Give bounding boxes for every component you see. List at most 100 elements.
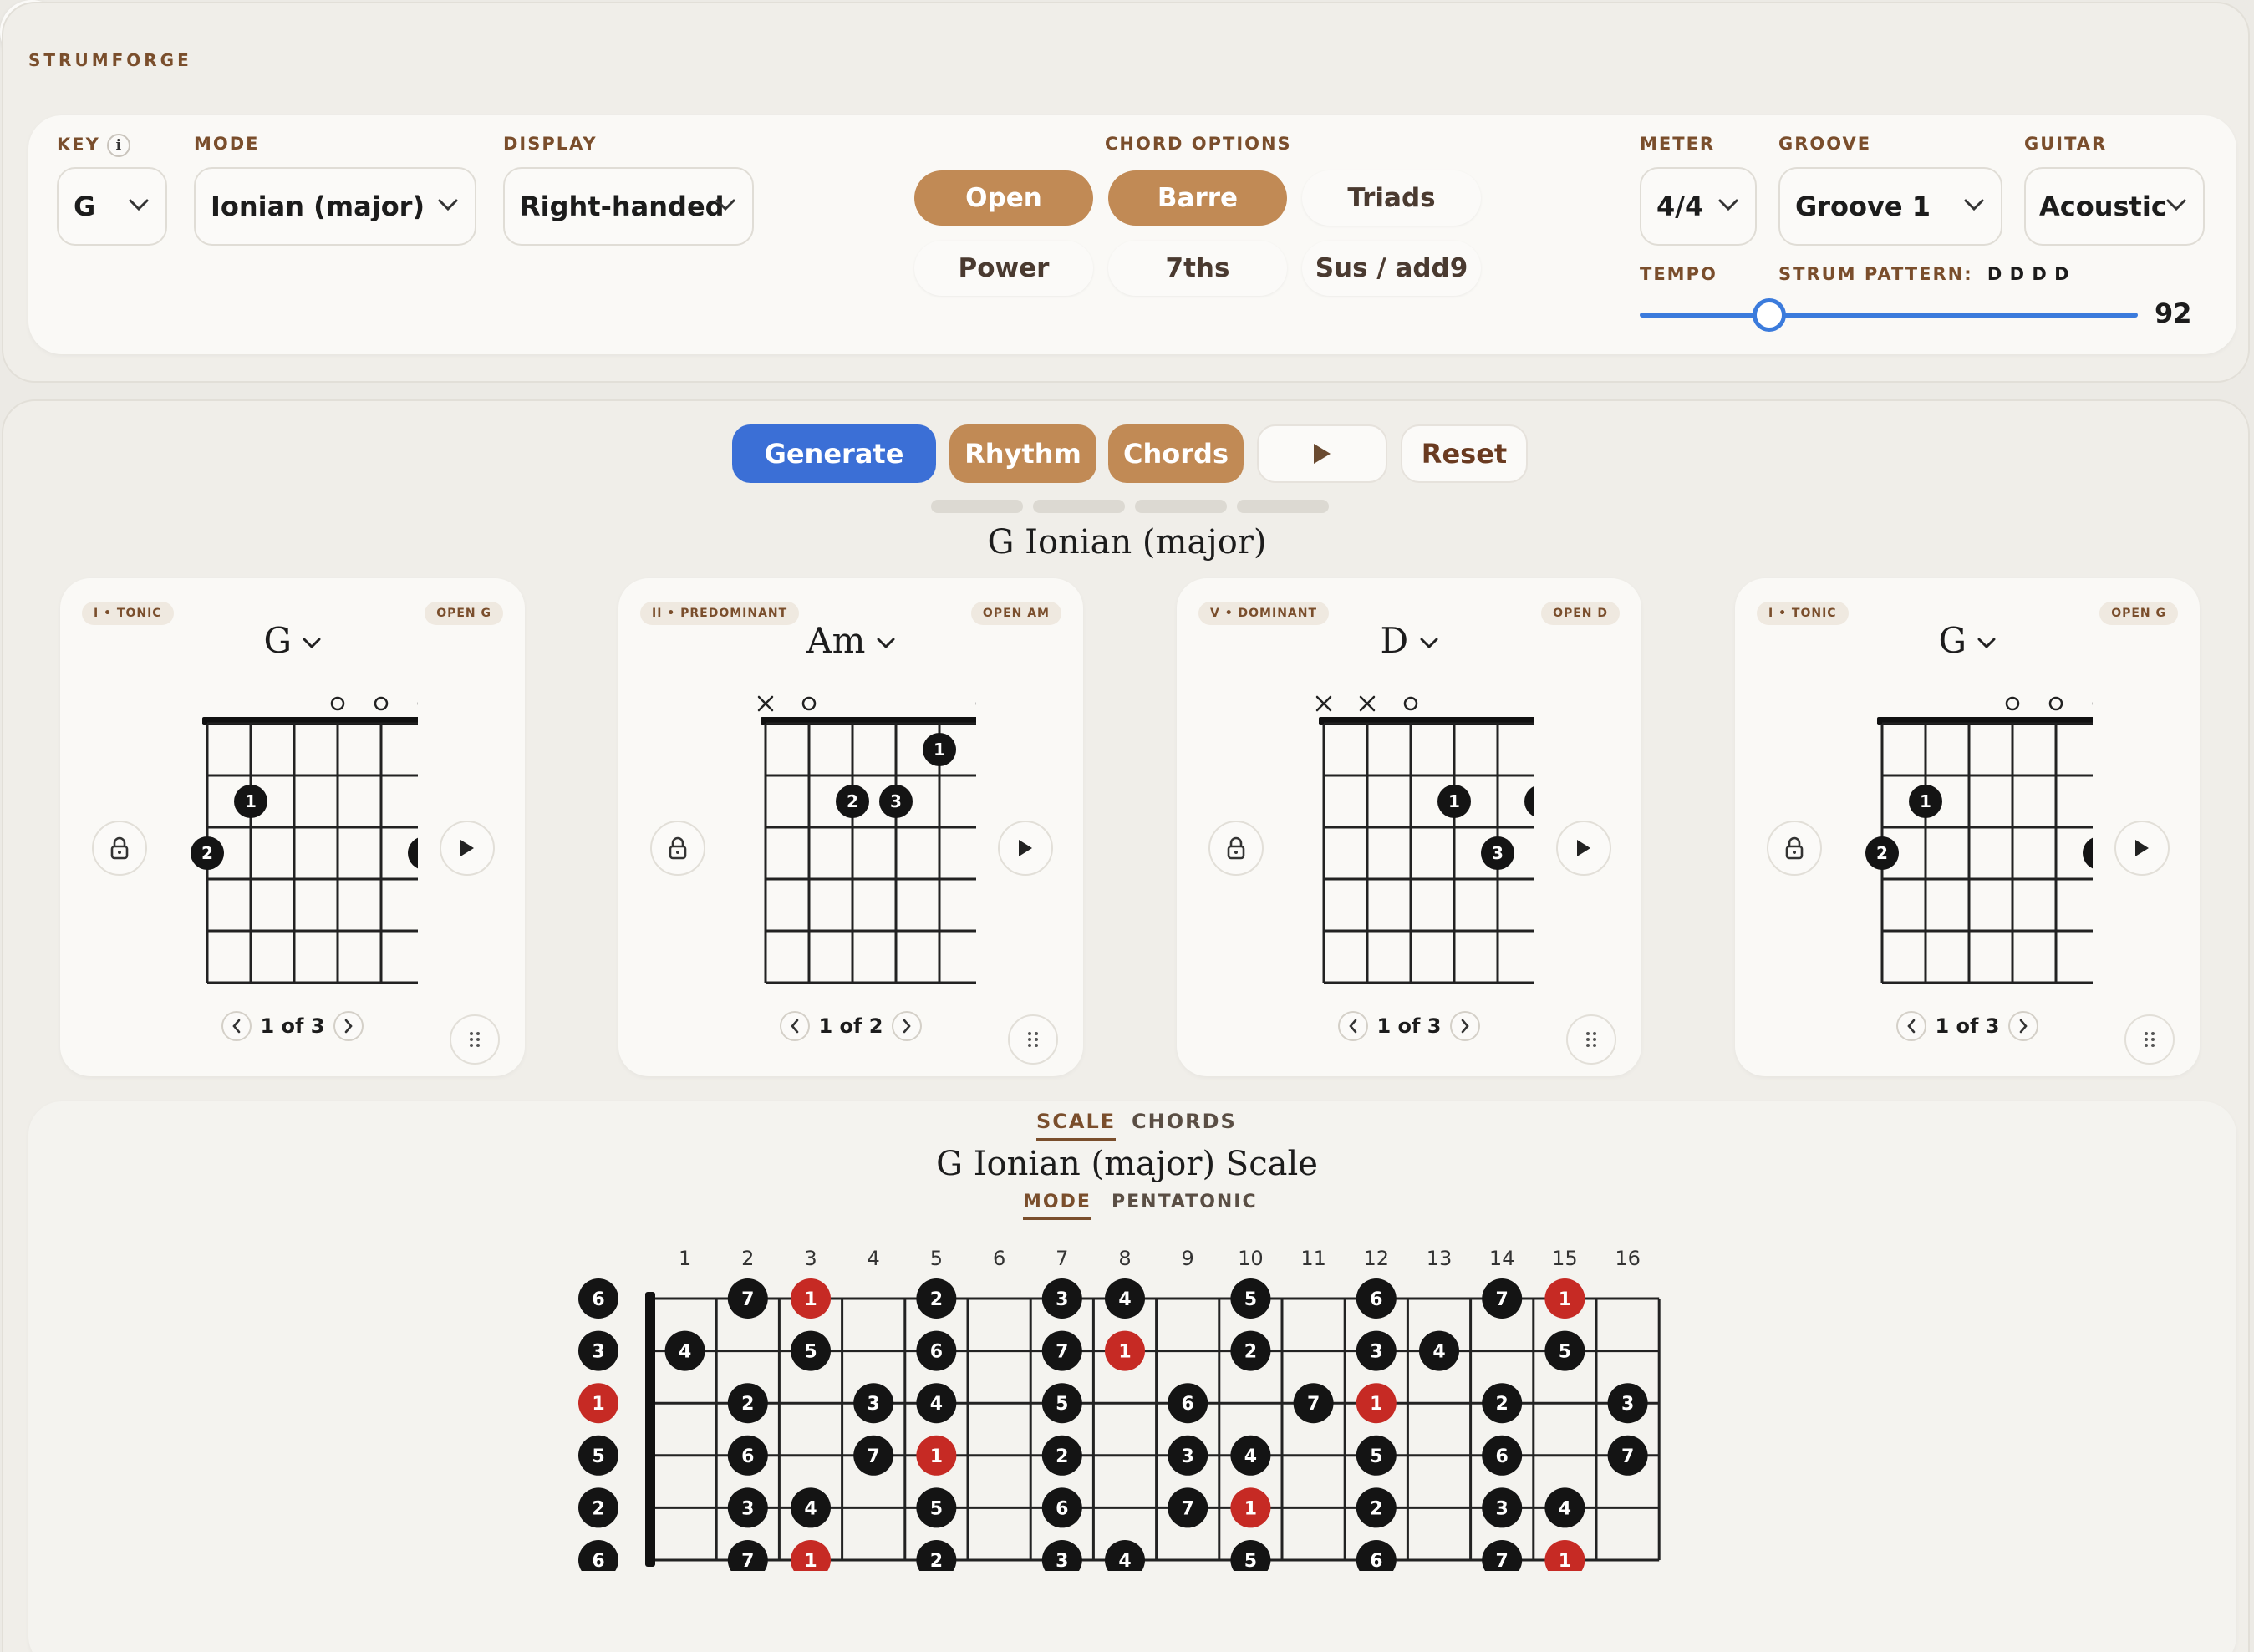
open-string-marker	[2005, 696, 2020, 711]
chevron-right-icon	[1461, 1019, 1469, 1034]
drag-handle[interactable]	[1566, 1014, 1616, 1065]
chord-name-select[interactable]: D	[1177, 620, 1641, 661]
fret-number: 6	[993, 1247, 1005, 1270]
chevron-down-icon	[303, 638, 321, 649]
play-button[interactable]	[1257, 424, 1387, 483]
open-string-marker	[2048, 696, 2063, 711]
chip-barre[interactable]: Barre	[1108, 170, 1287, 226]
display-value: Right-handed	[520, 191, 725, 222]
drag-handle[interactable]	[450, 1014, 500, 1065]
lock-button[interactable]	[92, 821, 147, 876]
voicing-page: 1 of 3	[1376, 1014, 1442, 1038]
muted-string-marker	[1315, 695, 1332, 712]
fret-number: 3	[804, 1247, 817, 1270]
lock-button[interactable]	[1767, 821, 1822, 876]
bar-indicator	[1135, 500, 1227, 513]
chip-7ths[interactable]: 7ths	[1108, 241, 1287, 296]
finger-number: 2	[847, 791, 858, 811]
lock-button[interactable]	[1208, 821, 1264, 876]
fret-number: 9	[1182, 1247, 1194, 1270]
rhythm-button[interactable]: Rhythm	[949, 424, 1096, 483]
display-select[interactable]: Right-handed	[503, 167, 754, 246]
meter-select[interactable]: 4/4	[1640, 167, 1757, 246]
fret-number: 10	[1238, 1247, 1264, 1270]
next-voicing-button[interactable]	[891, 1011, 922, 1041]
fret-number: 13	[1427, 1247, 1453, 1270]
play-chord-button[interactable]	[2114, 821, 2170, 876]
chord-name-select[interactable]: G	[60, 620, 525, 661]
next-voicing-button[interactable]	[2007, 1011, 2038, 1041]
degree-label: 2	[1056, 1446, 1068, 1467]
prev-voicing-button[interactable]	[1338, 1011, 1369, 1041]
groove-select[interactable]: Groove 1	[1778, 167, 2002, 246]
tab-pentatonic[interactable]: PENTATONIC	[1112, 1192, 1258, 1212]
open-string-marker	[374, 696, 389, 711]
guitar-select[interactable]: Acoustic	[2024, 167, 2205, 246]
degree-label: 5	[1244, 1551, 1257, 1571]
prev-voicing-button[interactable]	[1896, 1011, 1927, 1041]
tab-mode[interactable]: MODE	[1023, 1192, 1091, 1220]
next-voicing-button[interactable]	[333, 1011, 364, 1041]
degree-label: 6	[930, 1342, 943, 1363]
voicing-page: 1 of 3	[1935, 1014, 2000, 1038]
tempo-slider-track[interactable]	[1640, 313, 2138, 318]
lock-icon	[1227, 836, 1245, 860]
play-icon	[460, 840, 474, 856]
prev-voicing-button[interactable]	[780, 1011, 811, 1041]
fret-number: 15	[1552, 1247, 1578, 1270]
progression-title: G Ionian (major)	[987, 523, 1267, 562]
degree-label: 1	[1559, 1551, 1571, 1571]
chords-button[interactable]: Chords	[1108, 424, 1244, 483]
tab-chords[interactable]: CHORDS	[1132, 1110, 1237, 1133]
degree-label: 3	[741, 1498, 754, 1519]
chevron-down-icon	[1977, 638, 1996, 649]
chevron-down-icon	[715, 199, 735, 211]
muted-string-marker	[1359, 695, 1376, 712]
finger-dot	[408, 837, 418, 869]
degree-label: 6	[1370, 1551, 1382, 1571]
meter-label: METER	[1640, 134, 1716, 154]
reset-button[interactable]: Reset	[1401, 424, 1528, 483]
degree-label: 2	[741, 1394, 754, 1415]
grip-icon	[470, 1032, 480, 1047]
chevron-left-icon	[791, 1019, 799, 1034]
degree-label: 6	[1496, 1446, 1509, 1467]
info-icon[interactable]: i	[106, 134, 130, 157]
play-chord-button[interactable]	[998, 821, 1053, 876]
chevron-down-icon	[129, 199, 149, 211]
mode-value: Ionian (major)	[211, 191, 425, 222]
drag-handle[interactable]	[2124, 1014, 2175, 1065]
tempo-slider-thumb[interactable]	[1752, 298, 1786, 332]
degree-label: 7	[868, 1446, 880, 1467]
degree-label: 2	[1496, 1394, 1509, 1415]
degree-label: 3	[592, 1342, 604, 1363]
chevron-down-icon	[1718, 199, 1738, 211]
degree-label: 4	[1118, 1551, 1131, 1571]
key-select[interactable]: G	[57, 167, 167, 246]
chip-open[interactable]: Open	[914, 170, 1093, 226]
chord-name-select[interactable]: Am	[618, 620, 1083, 661]
chord-name-select[interactable]: G	[1735, 620, 2200, 661]
lock-button[interactable]	[650, 821, 705, 876]
play-chord-button[interactable]	[1556, 821, 1611, 876]
chevron-right-icon	[903, 1019, 911, 1034]
fret-number: 12	[1364, 1247, 1390, 1270]
degree-label: 4	[1559, 1498, 1571, 1519]
chip-sus-add9[interactable]: Sus / add9	[1302, 241, 1481, 296]
degree-label: 7	[1056, 1342, 1068, 1363]
grip-icon	[1028, 1032, 1038, 1047]
play-chord-button[interactable]	[440, 821, 495, 876]
drag-handle[interactable]	[1008, 1014, 1058, 1065]
fret-number: 11	[1300, 1247, 1326, 1270]
next-voicing-button[interactable]	[1449, 1011, 1480, 1041]
chip-power[interactable]: Power	[914, 241, 1093, 296]
finger-number: 1	[1448, 791, 1460, 811]
tab-scale[interactable]: SCALE	[1036, 1110, 1117, 1141]
prev-voicing-button[interactable]	[221, 1011, 252, 1041]
finger-number: 2	[201, 843, 213, 863]
chord-name: Am	[806, 620, 866, 661]
mode-select[interactable]: Ionian (major)	[194, 167, 476, 246]
fret-number: 16	[1615, 1247, 1641, 1270]
generate-button[interactable]: Generate	[732, 424, 936, 483]
chip-triads[interactable]: Triads	[1302, 170, 1481, 226]
